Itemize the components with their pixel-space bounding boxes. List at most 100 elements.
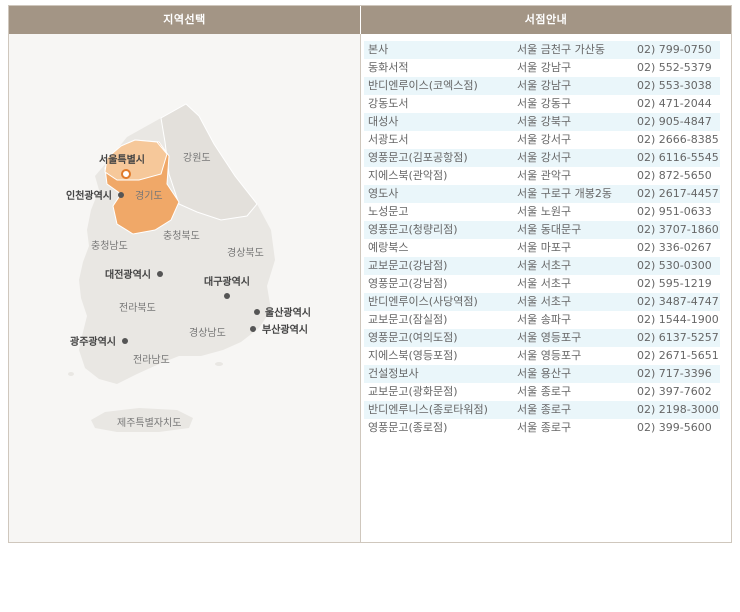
store-loc: 서울 종로구 bbox=[517, 403, 572, 416]
store-loc: 서울 영등포구 bbox=[517, 349, 582, 362]
map-label-jeonbuk[interactable]: 전라북도 bbox=[119, 302, 156, 314]
map-label-seoul[interactable]: 서울특별시 bbox=[99, 153, 145, 166]
daegu-marker[interactable] bbox=[224, 293, 230, 299]
store-tel: 02) 2198-3000 bbox=[637, 403, 719, 416]
map-label-daejeon[interactable]: 대전광역시 bbox=[105, 268, 151, 281]
store-row[interactable]: 동화서적 서울 강남구 02) 552-5379 bbox=[364, 59, 720, 77]
store-name: 동화서적 bbox=[368, 61, 409, 74]
korea-map: 서울특별시 강원도 인천광역시 경기도 충청북도 충청남도 경상북도 대전광역시… bbox=[66, 103, 311, 432]
store-tel: 02) 2671-5651 bbox=[637, 349, 719, 362]
store-row[interactable]: 건설정보사 서울 용산구 02) 717-3396 bbox=[364, 365, 720, 383]
incheon-marker[interactable] bbox=[118, 192, 124, 198]
korea-map-panel: 서울특별시 강원도 인천광역시 경기도 충청북도 충청남도 경상북도 대전광역시… bbox=[9, 34, 360, 542]
store-loc: 서울 서초구 bbox=[517, 295, 572, 308]
store-tel: 02) 595-1219 bbox=[637, 277, 712, 290]
store-name: 본사 bbox=[368, 43, 389, 56]
store-name: 노성문고 bbox=[368, 205, 409, 218]
store-name: 영풍문고(종로점) bbox=[368, 421, 448, 434]
store-name: 교보문고(강남점) bbox=[368, 259, 448, 272]
store-name: 건설정보사 bbox=[368, 367, 419, 380]
store-row[interactable]: 예랑북스 서울 마포구 02) 336-0267 bbox=[364, 239, 720, 257]
ulsan-marker[interactable] bbox=[254, 309, 260, 315]
store-tel: 02) 6116-5545 bbox=[637, 151, 719, 164]
store-tel: 02) 471-2044 bbox=[637, 97, 712, 110]
store-tel: 02) 799-0750 bbox=[637, 43, 712, 56]
store-tel: 02) 717-3396 bbox=[637, 367, 712, 380]
map-label-jeonnam[interactable]: 전라남도 bbox=[133, 354, 170, 366]
store-name: 반디엔루이스(사당역점) bbox=[368, 295, 478, 308]
daejeon-marker[interactable] bbox=[157, 271, 163, 277]
map-island bbox=[68, 372, 74, 376]
store-loc: 서울 강남구 bbox=[517, 79, 572, 92]
store-row[interactable]: 영풍문고(종로점) 서울 종로구 02) 399-5600 bbox=[364, 419, 720, 437]
store-row[interactable]: 지에스북(관악점) 서울 관악구 02) 872-5650 bbox=[364, 167, 720, 185]
store-loc: 서울 강북구 bbox=[517, 115, 572, 128]
store-loc: 서울 용산구 bbox=[517, 367, 572, 380]
store-tel: 02) 6137-5257 bbox=[637, 331, 719, 344]
map-label-chungnam[interactable]: 충청남도 bbox=[91, 240, 128, 252]
map-label-daegu[interactable]: 대구광역시 bbox=[204, 275, 250, 288]
store-row[interactable]: 영풍문고(김포공항점) 서울 강서구 02) 6116-5545 bbox=[364, 149, 720, 167]
store-row[interactable]: 영풍문고(여의도점) 서울 영등포구 02) 6137-5257 bbox=[364, 329, 720, 347]
store-info-header: 서점안내 bbox=[524, 13, 568, 26]
store-row[interactable]: 대성사 서울 강북구 02) 905-4847 bbox=[364, 113, 720, 131]
store-tel: 02) 530-0300 bbox=[637, 259, 712, 272]
store-row[interactable]: 노성문고 서울 노원구 02) 951-0633 bbox=[364, 203, 720, 221]
store-tel: 02) 905-4847 bbox=[637, 115, 712, 128]
store-loc: 서울 종로구 bbox=[517, 421, 572, 434]
store-loc: 서울 금천구 가산동 bbox=[517, 43, 605, 56]
gwangju-marker[interactable] bbox=[122, 338, 128, 344]
map-label-gyeonggi[interactable]: 경기도 bbox=[135, 189, 163, 202]
store-tel: 02) 2666-8385 bbox=[637, 133, 719, 146]
map-label-gyeongnam[interactable]: 경상남도 bbox=[189, 326, 226, 339]
store-name: 대성사 bbox=[368, 115, 399, 128]
store-tel: 02) 951-0633 bbox=[637, 205, 712, 218]
map-label-gwangju[interactable]: 광주광역시 bbox=[70, 335, 116, 348]
store-row[interactable]: 반디엔루이스(사당역점) 서울 서초구 02) 3487-4747 bbox=[364, 293, 720, 311]
store-row[interactable]: 지에스북(영등포점) 서울 영등포구 02) 2671-5651 bbox=[364, 347, 720, 365]
map-island bbox=[215, 362, 223, 366]
store-row[interactable]: 영풍문고(강남점) 서울 서초구 02) 595-1219 bbox=[364, 275, 720, 293]
store-row[interactable]: 교보문고(강남점) 서울 서초구 02) 530-0300 bbox=[364, 257, 720, 275]
store-name: 지에스북(관악점) bbox=[368, 169, 448, 182]
map-label-ulsan[interactable]: 울산광역시 bbox=[265, 306, 311, 319]
store-tel: 02) 553-3038 bbox=[637, 79, 712, 92]
map-label-incheon[interactable]: 인천광역시 bbox=[66, 189, 112, 202]
store-row[interactable]: 반디엔루니스(종로타워점) 서울 종로구 02) 2198-3000 bbox=[364, 401, 720, 419]
column-divider bbox=[360, 34, 361, 542]
store-row[interactable]: 본사 서울 금천구 가산동 02) 799-0750 bbox=[364, 41, 720, 59]
store-row[interactable]: 교보문고(잠실점) 서울 송파구 02) 1544-1900 bbox=[364, 311, 720, 329]
store-loc: 서울 노원구 bbox=[517, 205, 572, 218]
store-name: 영풍문고(청량리점) bbox=[368, 223, 458, 236]
store-name: 강동도서 bbox=[368, 97, 409, 110]
store-tel: 02) 1544-1900 bbox=[637, 313, 719, 326]
store-loc: 서울 마포구 bbox=[517, 241, 572, 254]
map-label-busan[interactable]: 부산광역시 bbox=[262, 323, 308, 336]
store-row[interactable]: 교보문고(광화문점) 서울 종로구 02) 397-7602 bbox=[364, 383, 720, 401]
map-label-gyeongbuk[interactable]: 경상북도 bbox=[227, 246, 264, 259]
store-row[interactable]: 영도사 서울 구로구 개봉2동 02) 2617-4457 bbox=[364, 185, 720, 203]
map-label-gangwon[interactable]: 강원도 bbox=[183, 152, 211, 164]
store-name: 예랑북스 bbox=[368, 241, 409, 254]
store-row[interactable]: 서광도서 서울 강서구 02) 2666-8385 bbox=[364, 131, 720, 149]
store-row[interactable]: 강동도서 서울 강동구 02) 471-2044 bbox=[364, 95, 720, 113]
store-name: 영풍문고(김포공항점) bbox=[368, 151, 468, 164]
store-tel: 02) 3487-4747 bbox=[637, 295, 719, 308]
store-loc: 서울 서초구 bbox=[517, 259, 572, 272]
store-name: 영풍문고(강남점) bbox=[368, 277, 448, 290]
store-tel: 02) 336-0267 bbox=[637, 241, 712, 254]
store-name: 교보문고(잠실점) bbox=[368, 313, 448, 326]
seoul-marker[interactable] bbox=[121, 169, 131, 179]
store-name: 서광도서 bbox=[368, 133, 409, 146]
store-name: 지에스북(영등포점) bbox=[368, 349, 458, 362]
busan-marker[interactable] bbox=[250, 326, 256, 332]
store-loc: 서울 종로구 bbox=[517, 385, 572, 398]
map-label-jeju[interactable]: 제주특별자치도 bbox=[117, 417, 181, 429]
store-tel: 02) 399-5600 bbox=[637, 421, 712, 434]
map-label-chungbuk[interactable]: 충청북도 bbox=[163, 230, 200, 242]
store-row[interactable]: 영풍문고(청량리점) 서울 동대문구 02) 3707-1860 bbox=[364, 221, 720, 239]
store-loc: 서울 서초구 bbox=[517, 277, 572, 290]
store-row[interactable]: 반디엔루이스(코엑스점) 서울 강남구 02) 553-3038 bbox=[364, 77, 720, 95]
store-loc: 서울 강동구 bbox=[517, 97, 572, 110]
store-loc: 서울 관악구 bbox=[517, 169, 572, 182]
